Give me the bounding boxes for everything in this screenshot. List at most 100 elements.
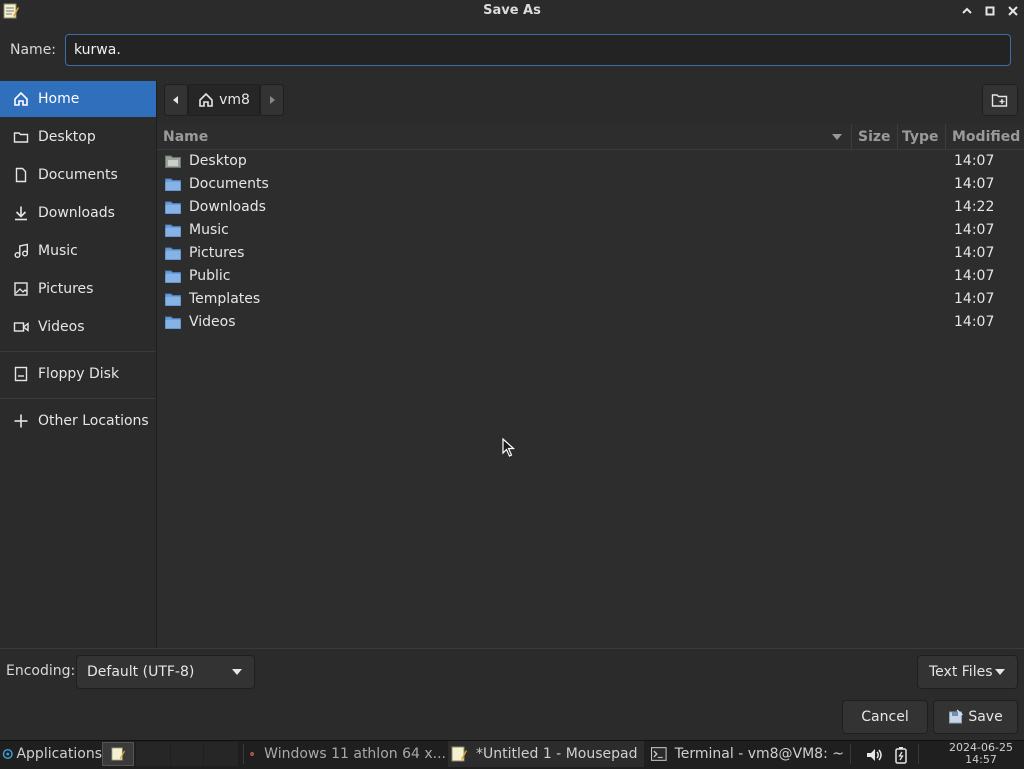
sidebar-separator bbox=[0, 398, 156, 399]
battery-button[interactable] bbox=[893, 746, 909, 764]
volume-button[interactable] bbox=[865, 746, 883, 764]
workspace-1-button[interactable] bbox=[102, 742, 134, 766]
column-header-type[interactable]: Type bbox=[902, 129, 939, 145]
sidebar-item-other-locations[interactable]: Other Locations bbox=[0, 403, 156, 439]
volume-icon bbox=[867, 749, 882, 761]
task-label: *Untitled 1 - Mousepad bbox=[476, 746, 638, 762]
column-header-modified[interactable]: Modified bbox=[952, 129, 1020, 145]
cancel-label: Cancel bbox=[861, 709, 909, 725]
file-modified: 14:07 bbox=[954, 291, 995, 307]
clock[interactable]: 2024-06-25 14:57 bbox=[938, 742, 1024, 766]
chevron-right-icon bbox=[270, 96, 275, 104]
create-folder-button[interactable] bbox=[982, 84, 1018, 116]
column-header-name[interactable]: Name bbox=[163, 129, 208, 145]
folder-icon bbox=[165, 316, 181, 329]
task-label: Windows 11 athlon 64 x... bbox=[264, 746, 446, 762]
document-icon bbox=[13, 167, 29, 183]
path-button-home[interactable]: vm8 bbox=[188, 84, 260, 116]
encoding-combo[interactable]: Default (UTF-8) bbox=[76, 655, 255, 689]
chevron-up-icon bbox=[962, 7, 972, 14]
sidebar-item-music[interactable]: Music bbox=[0, 233, 156, 269]
sidebar-item-videos[interactable]: Videos bbox=[0, 309, 156, 345]
filename-input[interactable] bbox=[65, 34, 1011, 66]
file-name: Documents bbox=[189, 176, 269, 192]
cancel-button[interactable]: Cancel bbox=[842, 700, 928, 734]
name-label: Name: bbox=[10, 42, 57, 58]
table-row[interactable]: Public 14:07 bbox=[157, 265, 1024, 288]
chevron-left-icon bbox=[173, 96, 178, 104]
file-name: Public bbox=[189, 268, 231, 284]
battery-icon bbox=[895, 747, 907, 764]
xfce-logo-icon bbox=[2, 748, 13, 760]
sidebar-item-label: Home bbox=[38, 91, 80, 107]
sidebar-item-floppy-disk[interactable]: Floppy Disk bbox=[0, 356, 156, 392]
path-forward-button[interactable] bbox=[260, 84, 284, 116]
column-separator bbox=[897, 124, 898, 149]
mousepad-app-icon bbox=[111, 747, 125, 761]
sidebar-separator bbox=[0, 351, 156, 352]
folder-icon bbox=[165, 201, 181, 214]
applications-menu-button[interactable]: Applications bbox=[2, 741, 102, 767]
desktop-folder-icon bbox=[165, 155, 181, 168]
applications-label: Applications bbox=[16, 746, 102, 762]
maximize-button[interactable] bbox=[957, 2, 977, 20]
folder-icon bbox=[165, 178, 181, 191]
save-icon bbox=[949, 709, 964, 724]
sidebar-item-label: Videos bbox=[38, 319, 85, 335]
taskbar-separator bbox=[918, 744, 919, 764]
table-row[interactable]: Documents 14:07 bbox=[157, 173, 1024, 196]
task-button-mousepad[interactable]: *Untitled 1 - Mousepad bbox=[448, 741, 644, 767]
path-label: vm8 bbox=[219, 92, 250, 108]
sidebar-item-documents[interactable]: Documents bbox=[0, 157, 156, 193]
close-button[interactable] bbox=[1003, 2, 1023, 20]
folder-icon bbox=[165, 224, 181, 237]
sidebar-item-pictures[interactable]: Pictures bbox=[0, 271, 156, 307]
music-icon bbox=[13, 243, 29, 259]
taskbar-separator bbox=[850, 744, 851, 764]
encoding-value: Default (UTF-8) bbox=[87, 664, 195, 680]
sidebar-item-label: Floppy Disk bbox=[38, 366, 120, 382]
file-name: Videos bbox=[189, 314, 236, 330]
task-button-firefox[interactable]: Windows 11 athlon 64 x... bbox=[250, 741, 446, 767]
window-title: Save As bbox=[483, 3, 541, 18]
file-modified: 14:07 bbox=[954, 176, 995, 192]
folder-icon bbox=[165, 270, 181, 283]
column-separator bbox=[945, 124, 946, 149]
sidebar-item-label: Pictures bbox=[38, 281, 94, 297]
save-button[interactable]: Save bbox=[933, 700, 1018, 734]
table-row[interactable]: Videos 14:07 bbox=[157, 311, 1024, 334]
video-icon bbox=[13, 319, 29, 335]
table-row[interactable]: Desktop 14:07 bbox=[157, 150, 1024, 173]
taskbar-separator bbox=[243, 744, 244, 764]
square-icon bbox=[985, 6, 995, 16]
workspace-2-button[interactable] bbox=[136, 742, 170, 766]
sidebar-item-label: Downloads bbox=[38, 205, 115, 221]
terminal-icon bbox=[651, 747, 667, 761]
file-modified: 14:07 bbox=[954, 245, 995, 261]
restore-button[interactable] bbox=[980, 2, 1000, 20]
table-row[interactable]: Music 14:07 bbox=[157, 219, 1024, 242]
sidebar-item-home[interactable]: Home bbox=[0, 81, 156, 117]
path-back-button[interactable] bbox=[164, 84, 188, 116]
table-row[interactable]: Pictures 14:07 bbox=[157, 242, 1024, 265]
file-modified: 14:07 bbox=[954, 268, 995, 284]
sidebar-item-desktop[interactable]: Desktop bbox=[0, 119, 156, 155]
floppy-icon bbox=[13, 366, 29, 382]
sidebar-item-downloads[interactable]: Downloads bbox=[0, 195, 156, 231]
workspace-3-button[interactable] bbox=[171, 742, 203, 766]
bottom-separator bbox=[0, 648, 1024, 649]
table-row[interactable]: Templates 14:07 bbox=[157, 288, 1024, 311]
file-type-filter-combo[interactable]: Text Files bbox=[917, 655, 1018, 689]
sidebar-item-label: Documents bbox=[38, 167, 118, 183]
file-name: Desktop bbox=[189, 153, 247, 169]
task-button-terminal[interactable]: Terminal - vm8@VM8: ~ bbox=[648, 741, 844, 767]
save-label: Save bbox=[968, 709, 1003, 725]
column-header-size[interactable]: Size bbox=[858, 129, 891, 145]
table-row[interactable]: Downloads 14:22 bbox=[157, 196, 1024, 219]
file-modified: 14:07 bbox=[954, 153, 995, 169]
plus-icon bbox=[13, 413, 29, 429]
home-icon bbox=[199, 92, 213, 107]
folder-icon bbox=[13, 129, 29, 145]
workspace-4-button[interactable] bbox=[204, 742, 238, 766]
folder-icon bbox=[165, 293, 181, 306]
